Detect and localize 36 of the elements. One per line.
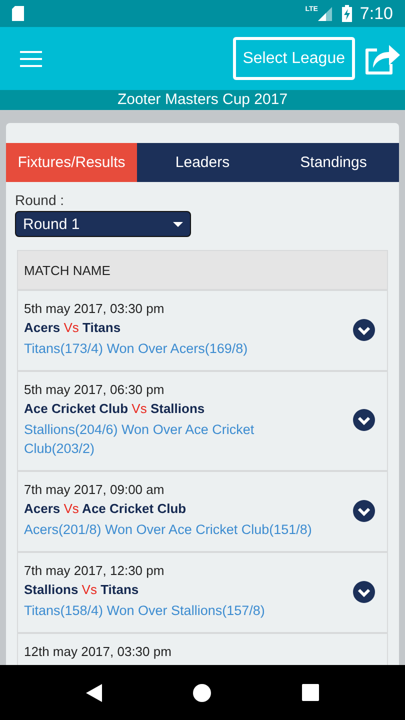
tab[interactable]: Fixtures/Results — [6, 143, 137, 182]
match-date: 12th may 2017, 03:30 pm — [24, 644, 172, 659]
match-result: Stallions(204/6) Won Over Ace Cricket Club(203/2) — [24, 421, 256, 458]
match-row[interactable]: 7th may 2017, 09:00 am Acers Vs Ace Cricket Club Acers(201/8) Won Over Ace Cricket Club(151/8) — [18, 470, 387, 551]
match-date: 5th may 2017, 06:30 pm — [24, 382, 166, 397]
sd-card-icon — [12, 6, 24, 21]
match-row[interactable]: 5th may 2017, 03:30 pm Acers Vs Titans Titans(173/4) Won Over Acers(169/8) — [18, 289, 387, 370]
match-row[interactable]: 7th may 2017, 12:30 pm Stallions Vs Titans Titans(158/4) Won Over Stallions(157/8) — [18, 551, 387, 632]
column-header: MATCH NAME — [18, 251, 387, 289]
expand-chevron-icon[interactable] — [353, 580, 375, 602]
match-teams: Acers Vs Ace Cricket Club — [24, 501, 188, 516]
league-title: Zooter Masters Cup 2017 — [0, 90, 405, 110]
caret-icon — [173, 222, 183, 226]
expand-chevron-icon[interactable] — [353, 500, 375, 522]
round-label: Round : — [15, 192, 66, 208]
match-row[interactable]: 5th may 2017, 06:30 pm Ace Cricket Club Vs Stallions Stallions(204/6) Won Over Ace Cricket Club(203/2) — [18, 370, 387, 470]
clock: 7:10 — [360, 4, 393, 24]
recents-icon[interactable] — [302, 684, 320, 701]
home-icon[interactable] — [192, 684, 211, 702]
back-icon[interactable] — [86, 684, 102, 702]
match-teams: Stallions Vs Titans — [24, 582, 140, 597]
tab[interactable]: Leaders — [137, 143, 268, 182]
match-teams: Ace Cricket Club Vs Stallions — [24, 401, 206, 416]
expand-chevron-icon[interactable] — [353, 318, 375, 340]
expand-chevron-icon[interactable] — [353, 409, 375, 431]
battery-charging-icon — [342, 5, 352, 22]
signal-icon — [318, 6, 332, 20]
tab[interactable]: Standings — [268, 143, 399, 182]
match-result: Acers(201/8) Won Over Ace Cricket Club(151/8) — [24, 521, 313, 539]
match-date: 7th may 2017, 12:30 pm — [24, 563, 166, 578]
match-result: Titans(158/4) Won Over Stallions(157/8) — [24, 602, 266, 620]
match-teams: Acers Vs Titans — [24, 320, 122, 335]
match-date: 5th may 2017, 03:30 pm — [24, 301, 166, 316]
round-dropdown[interactable]: Round 1 — [15, 211, 191, 237]
match-date: 7th may 2017, 09:00 am — [24, 482, 166, 497]
match-result: Titans(173/4) Won Over Acers(169/8) — [24, 340, 249, 358]
